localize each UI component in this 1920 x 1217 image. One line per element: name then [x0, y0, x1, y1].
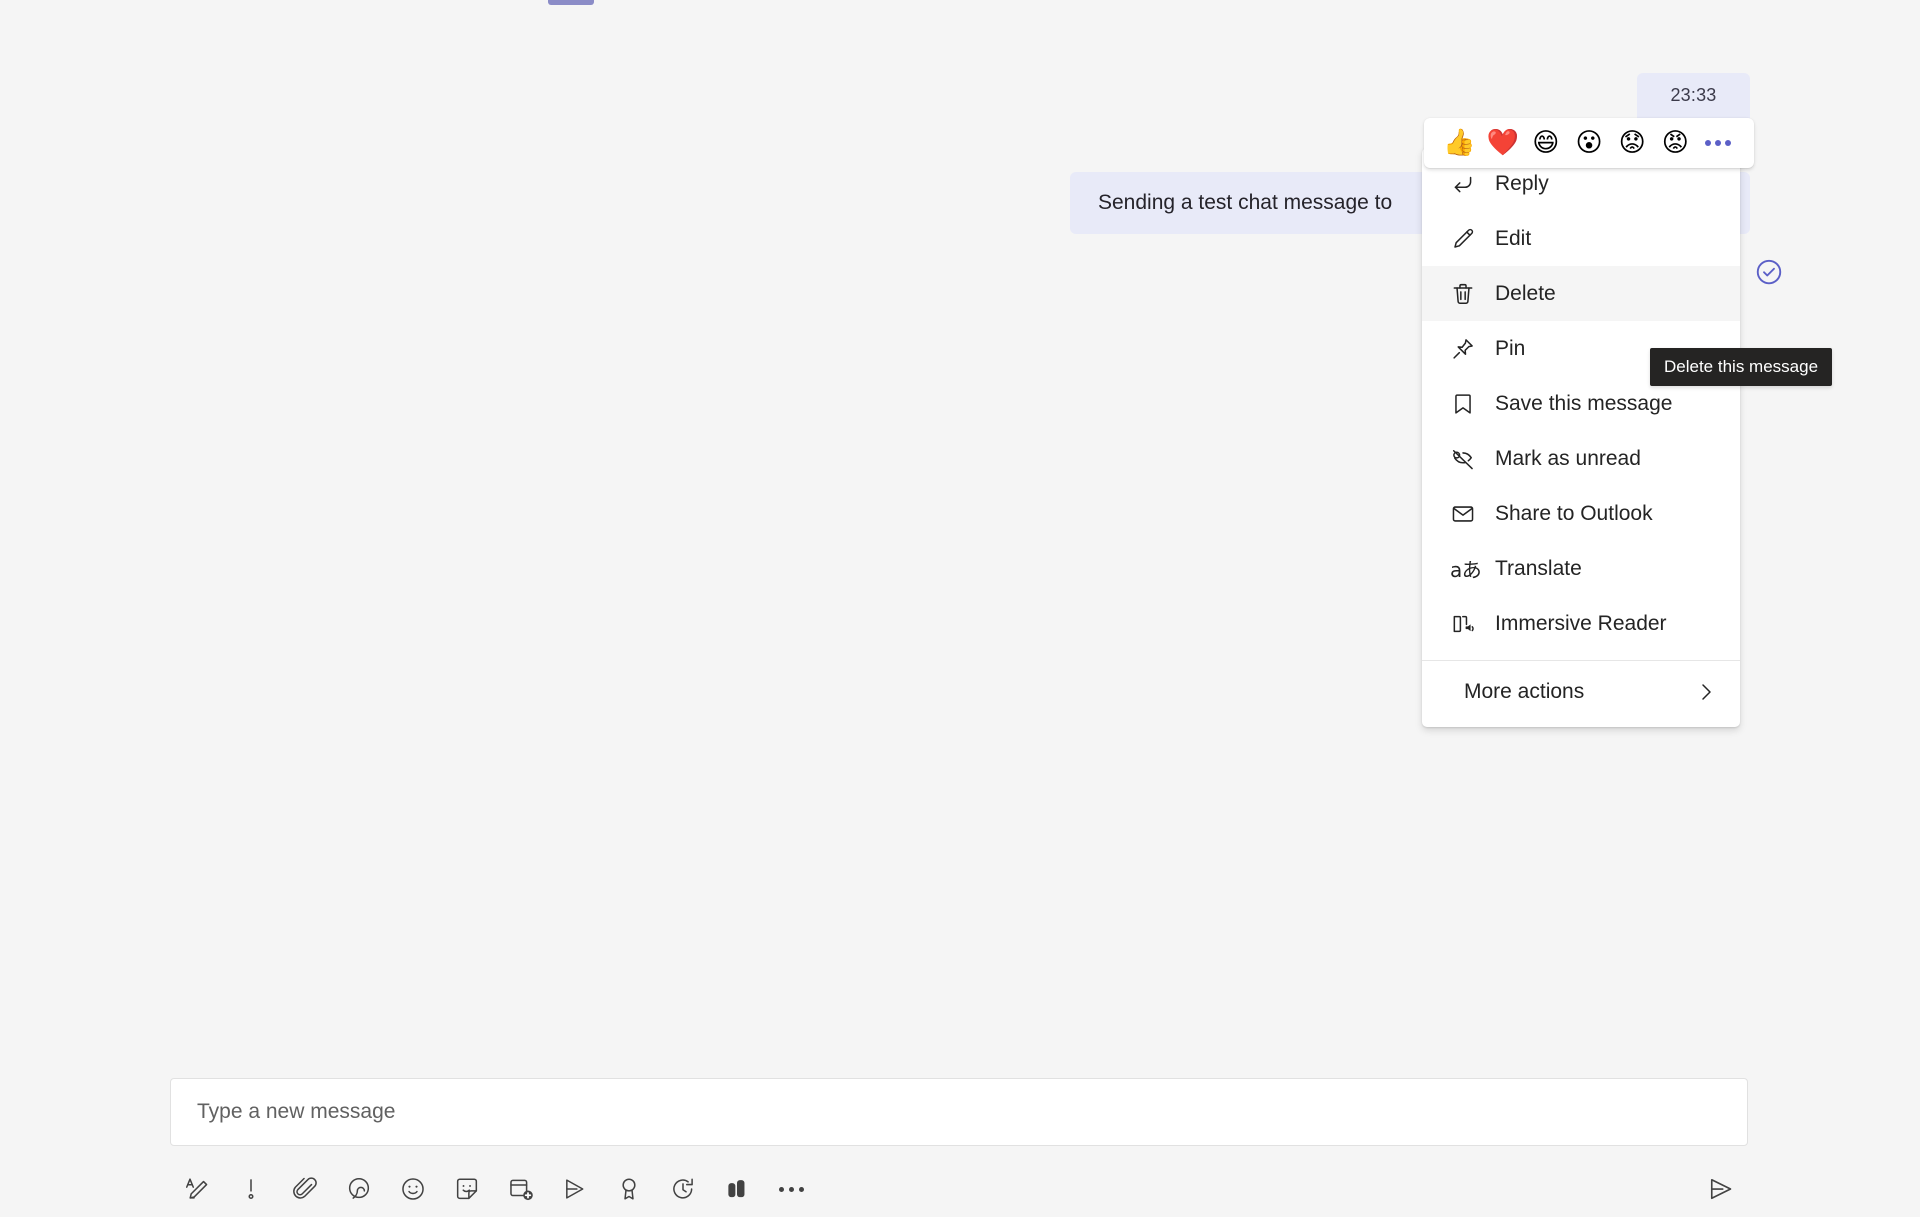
laugh-reaction[interactable]: 😄 [1524, 130, 1567, 156]
more-options-icon[interactable] [764, 1166, 818, 1212]
loop-component-icon[interactable] [332, 1166, 386, 1212]
loop-refresh-icon[interactable] [656, 1166, 710, 1212]
menu-item-translate[interactable]: aあ Translate [1422, 541, 1740, 596]
menu-item-more-actions[interactable]: More actions [1422, 664, 1740, 719]
menu-item-label: Reply [1495, 171, 1549, 195]
message-input-box[interactable] [170, 1078, 1748, 1146]
reaction-bar: 👍 ❤️ 😄 😮 😟 😡 [1424, 118, 1754, 168]
reply-arrow-icon [1450, 171, 1482, 197]
thumbs-up-reaction[interactable]: 👍 [1438, 130, 1481, 156]
menu-item-label: Edit [1495, 226, 1532, 250]
meet-now-icon[interactable] [494, 1166, 548, 1212]
menu-item-mark-as-unread[interactable]: Mark as unread [1422, 431, 1740, 486]
format-icon[interactable] [170, 1166, 224, 1212]
attach-icon[interactable] [278, 1166, 332, 1212]
message-context-menu: Reply Edit Delete Pin Save this message … [1422, 148, 1740, 727]
menu-item-label: Pin [1495, 336, 1526, 360]
sad-reaction[interactable]: 😟 [1611, 130, 1654, 156]
send-button[interactable] [1694, 1166, 1748, 1212]
surprised-reaction[interactable]: 😮 [1567, 130, 1610, 156]
sticker-icon[interactable] [440, 1166, 494, 1212]
tooltip-delete-this-message: Delete this message [1650, 348, 1833, 386]
circle-check-icon [1754, 257, 1784, 287]
message-input[interactable] [195, 1099, 1723, 1125]
menu-item-delete[interactable]: Delete [1422, 266, 1740, 321]
translate-icon: aあ [1450, 558, 1482, 582]
message-timestamp: 23:33 [1670, 85, 1717, 105]
more-reactions-icon[interactable] [1697, 140, 1740, 146]
menu-item-edit[interactable]: Edit [1422, 211, 1740, 266]
menu-item-label: Share to Outlook [1495, 501, 1653, 525]
menu-item-immersive-reader[interactable]: Immersive Reader [1422, 596, 1740, 651]
active-tab-indicator [548, 0, 594, 5]
immersive-reader-icon [1450, 611, 1482, 637]
menu-divider [1422, 660, 1740, 661]
mark-unread-icon [1450, 446, 1482, 472]
emoji-icon[interactable] [386, 1166, 440, 1212]
important-icon[interactable] [224, 1166, 278, 1212]
praise-icon[interactable] [602, 1166, 656, 1212]
compose-toolbar [170, 1166, 1748, 1212]
stream-icon[interactable] [548, 1166, 602, 1212]
bookmark-icon [1450, 391, 1482, 417]
menu-item-label: Immersive Reader [1495, 611, 1667, 635]
menu-item-label: Delete [1495, 281, 1556, 305]
menu-item-label: More actions [1464, 679, 1585, 703]
pin-icon [1450, 336, 1482, 362]
pencil-icon [1450, 226, 1482, 252]
teams-chat-screen: 23:33 Sending a test chat message to 👍 ❤… [0, 0, 1920, 1217]
trash-icon [1450, 281, 1482, 307]
message-timestamp-container: 23:33 [1637, 73, 1750, 119]
menu-item-label: Save this message [1495, 391, 1673, 415]
chevron-right-icon [1694, 680, 1718, 704]
menu-item-label: Translate [1495, 556, 1582, 580]
menu-item-label: Mark as unread [1495, 446, 1641, 470]
angry-reaction[interactable]: 😡 [1654, 130, 1697, 156]
menu-item-share-to-outlook[interactable]: Share to Outlook [1422, 486, 1740, 541]
compose-area [170, 1078, 1748, 1146]
approvals-icon[interactable] [710, 1166, 764, 1212]
envelope-icon [1450, 501, 1482, 527]
heart-reaction[interactable]: ❤️ [1481, 130, 1524, 156]
